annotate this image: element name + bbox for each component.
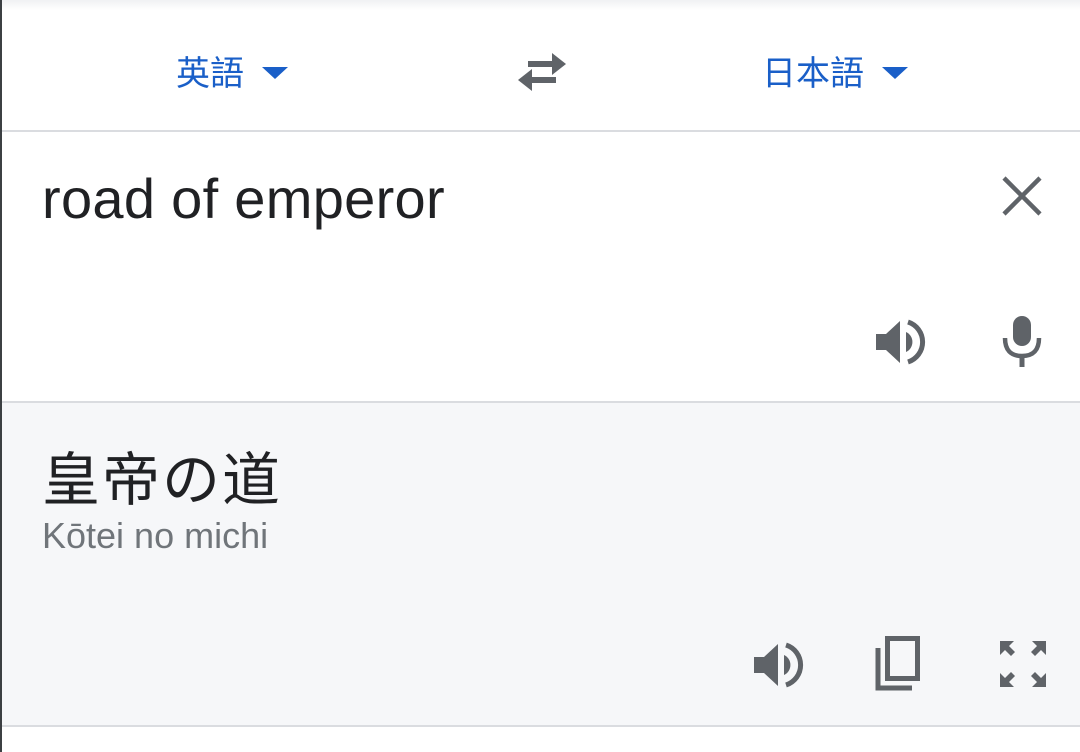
chevron-down-icon [262, 67, 288, 79]
fullscreen-icon [1000, 641, 1046, 687]
clear-input-button[interactable] [994, 168, 1050, 224]
close-icon [1002, 176, 1042, 216]
listen-translation-button[interactable] [746, 635, 808, 695]
left-edge-line [0, 0, 2, 752]
translation-output-panel: 皇帝の道 Kōtei no michi [0, 403, 1080, 725]
chevron-down-icon [882, 67, 908, 79]
copy-icon [875, 636, 920, 691]
listen-source-button[interactable] [868, 312, 930, 372]
source-text-input[interactable]: road of emperor [42, 166, 445, 231]
input-panel: road of emperor [0, 132, 1080, 401]
romanization-text: Kōtei no michi [42, 515, 269, 556]
swap-arrows-icon [518, 53, 566, 91]
language-bar: 英語 日本語 [0, 10, 1080, 131]
source-language-label: 英語 [176, 53, 244, 94]
top-shadow [0, 0, 1080, 10]
translate-screen: 英語 日本語 road of emperor 皇帝の道 Kōtei no mic… [0, 0, 1080, 752]
bottom-strip [0, 727, 1080, 752]
translation-text: 皇帝の道 [42, 446, 283, 514]
microphone-icon [1002, 316, 1042, 367]
swap-languages-button[interactable] [514, 50, 570, 94]
speaker-icon [754, 642, 804, 688]
fullscreen-button[interactable] [992, 633, 1054, 695]
speaker-icon [876, 319, 926, 365]
copy-translation-button[interactable] [866, 631, 928, 695]
microphone-button[interactable] [992, 310, 1052, 372]
source-language-selector[interactable]: 英語 [176, 46, 288, 94]
target-language-label: 日本語 [762, 53, 864, 94]
target-language-selector[interactable]: 日本語 [762, 46, 908, 94]
